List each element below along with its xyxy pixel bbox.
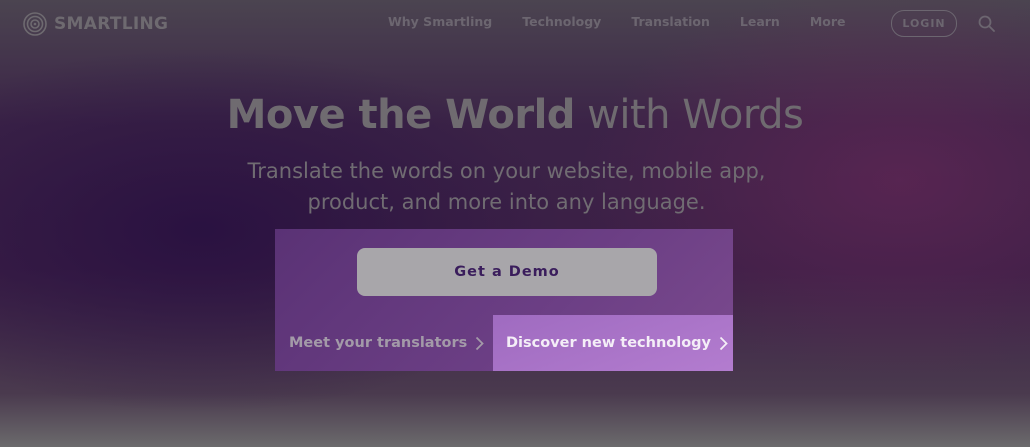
search-icon[interactable]	[978, 15, 995, 32]
smartling-logo[interactable]: SMARTLING	[22, 10, 168, 38]
hero-section: SMARTLING Why Smartling Technology Trans…	[0, 0, 1030, 447]
page-headline: Move the World with Words	[0, 92, 1030, 138]
cta-panel: Get a Demo Meet your translators Discove…	[275, 229, 733, 371]
nav-item-learn[interactable]: Learn	[740, 14, 780, 29]
meet-translators-label: Meet your translators	[289, 335, 468, 351]
nav-item-translation[interactable]: Translation	[631, 14, 710, 29]
discover-technology-link[interactable]: Discover new technology	[493, 315, 733, 371]
top-navigation: SMARTLING Why Smartling Technology Trans…	[0, 0, 1030, 48]
get-demo-button[interactable]: Get a Demo	[357, 248, 657, 296]
chevron-right-icon	[719, 336, 728, 350]
page-subheadline: Translate the words on your website, mob…	[247, 159, 766, 214]
headline-bold: Move the World	[226, 92, 576, 138]
nav-links: Why Smartling Technology Translation Lea…	[388, 14, 876, 29]
brand-name: SMARTLING	[54, 14, 169, 34]
smartling-logo-icon	[23, 12, 47, 36]
nav-item-technology[interactable]: Technology	[522, 14, 601, 29]
nav-item-more[interactable]: More	[810, 14, 846, 29]
headline-light: with Words	[574, 92, 804, 138]
login-button[interactable]: LOGIN	[891, 10, 957, 37]
meet-translators-link[interactable]: Meet your translators	[275, 315, 493, 371]
discover-technology-label: Discover new technology	[506, 335, 712, 351]
nav-item-why-smartling[interactable]: Why Smartling	[388, 14, 492, 29]
chevron-right-icon	[476, 336, 485, 350]
